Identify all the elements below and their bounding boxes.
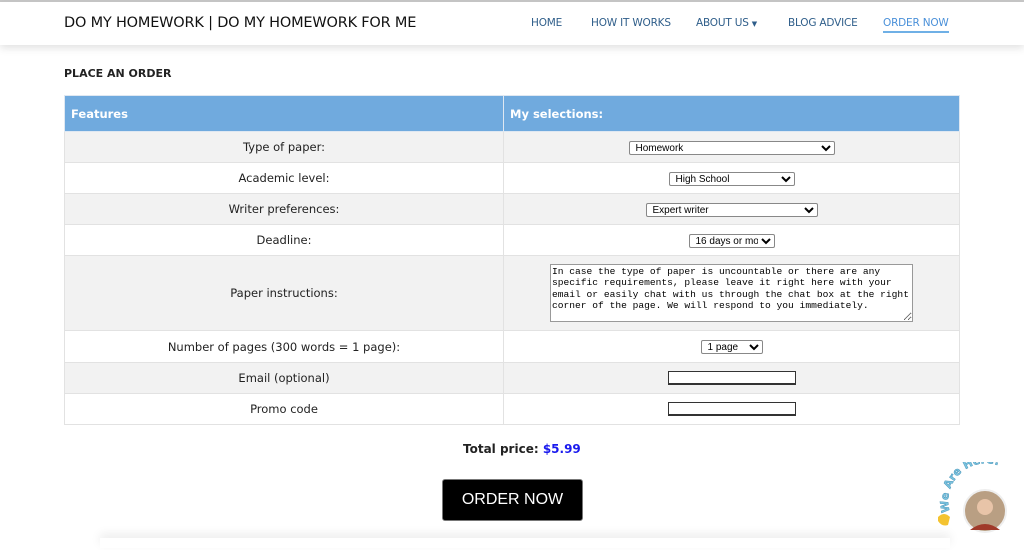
chevron-down-icon: ▼ (751, 20, 757, 28)
total-price-label: Total price: (463, 442, 539, 456)
table-row: Paper instructions: In case the type of … (64, 255, 960, 331)
paper-instructions-textarea[interactable]: In case the type of paper is uncountable… (550, 264, 913, 322)
chat-widget[interactable]: We Are Here! (930, 453, 1024, 546)
table-row: Number of pages (300 words = 1 page): 1 … (64, 330, 960, 363)
type-of-paper-select[interactable]: Homework (628, 140, 835, 155)
nav-blog-advice[interactable]: BLOG ADVICE (788, 17, 858, 29)
row-label: Paper instructions: (64, 255, 504, 331)
footer-shadow (100, 538, 950, 548)
pages-select[interactable]: 1 page (700, 340, 763, 354)
chat-avatar-icon: We Are Here! (938, 453, 1007, 533)
deadline-select[interactable]: 16 days or more (688, 233, 775, 248)
page-title: PLACE AN ORDER (64, 67, 172, 80)
order-now-button[interactable]: ORDER NOW (442, 479, 583, 521)
row-label: Type of paper: (64, 131, 504, 163)
row-label: Deadline: (64, 224, 504, 256)
nav-how-it-works[interactable]: HOW IT WORKS (591, 17, 671, 29)
row-label: Academic level: (64, 162, 504, 194)
table-row: Type of paper: Homework (64, 131, 960, 163)
site-title[interactable]: DO MY HOMEWORK | DO MY HOMEWORK FOR ME (64, 15, 416, 31)
row-label: Writer preferences: (64, 193, 504, 225)
header-features: Features (64, 95, 504, 132)
table-row: Deadline: 16 days or more (64, 224, 960, 256)
row-label: Number of pages (300 words = 1 page): (64, 330, 504, 363)
writer-preference-select[interactable]: Expert writer (645, 202, 818, 217)
table-row: Academic level: High School (64, 162, 960, 194)
email-field[interactable] (667, 371, 796, 385)
total-price-value: $5.99 (542, 442, 581, 456)
row-label: Email (optional) (64, 362, 504, 394)
nav-order-now[interactable]: ORDER NOW (883, 17, 949, 33)
header-my-selections: My selections: (503, 95, 960, 132)
table-row: Email (optional) (64, 362, 960, 394)
row-label: Promo code (64, 393, 504, 425)
table-row: Promo code (64, 393, 960, 425)
nav-about-us-label: ABOUT US (696, 17, 749, 29)
table-row: Writer preferences: Expert writer (64, 193, 960, 225)
nav-home[interactable]: HOME (531, 17, 562, 29)
academic-level-select[interactable]: High School (668, 171, 795, 186)
nav-about-us[interactable]: ABOUT US ▼ (696, 17, 757, 29)
site-header: DO MY HOMEWORK | DO MY HOMEWORK FOR ME H… (0, 2, 1024, 45)
wave-hand-icon (938, 514, 950, 526)
promo-code-field[interactable] (667, 402, 796, 416)
total-price: Total price: $5.99 (463, 442, 581, 456)
order-form-table: Features My selections: Type of paper: H… (64, 95, 960, 425)
